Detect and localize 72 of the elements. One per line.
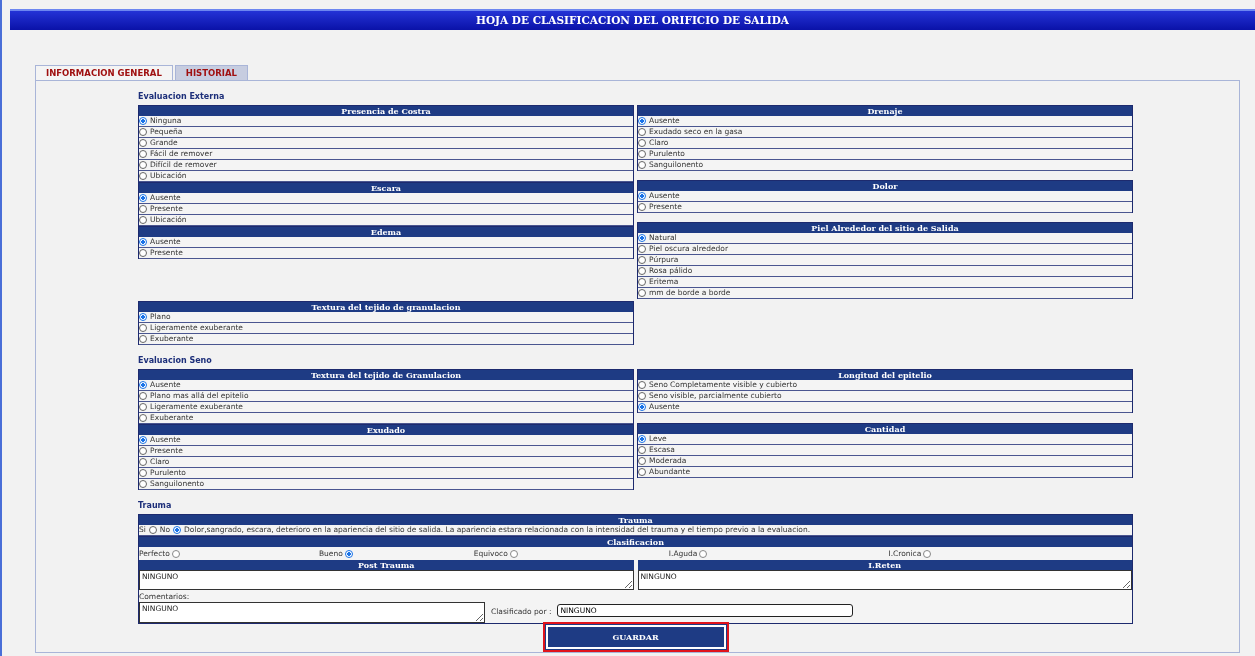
radio-button[interactable] xyxy=(923,549,932,558)
radio-button[interactable] xyxy=(638,435,646,443)
radio-button[interactable] xyxy=(139,458,147,466)
radio-button[interactable] xyxy=(139,194,147,202)
radio-button[interactable] xyxy=(638,267,646,275)
radio-button[interactable] xyxy=(638,278,646,286)
radio-button[interactable] xyxy=(139,414,147,422)
radio-button[interactable] xyxy=(139,381,147,389)
radio-button[interactable] xyxy=(638,381,646,389)
group-header: Escara xyxy=(139,183,633,193)
group-header: Cantidad xyxy=(638,424,1132,434)
group-header: Textura del tejido de granulacion xyxy=(139,302,633,312)
group-header: Edema xyxy=(139,227,633,237)
section-heading: Evaluacion Externa xyxy=(138,91,226,103)
radio-button[interactable] xyxy=(139,249,147,257)
radio-button[interactable] xyxy=(139,392,147,400)
radio-button[interactable] xyxy=(638,457,646,465)
group-header: Textura del tejido de Granulacion xyxy=(139,370,633,380)
radio-button[interactable] xyxy=(173,526,182,534)
radio-button[interactable] xyxy=(139,403,147,411)
radio-button[interactable] xyxy=(638,468,646,476)
radio-button[interactable] xyxy=(638,192,646,200)
radio-button[interactable] xyxy=(638,392,646,400)
radio-button[interactable] xyxy=(139,150,147,158)
radio-button[interactable] xyxy=(509,549,518,558)
radio-button[interactable] xyxy=(638,161,646,169)
radio-button[interactable] xyxy=(638,203,646,211)
radio-button[interactable] xyxy=(139,216,147,224)
radio-button[interactable] xyxy=(699,549,708,558)
radio-button[interactable] xyxy=(139,480,147,488)
group-header: Piel Alrededor del sitio de Salida xyxy=(638,223,1132,233)
radio-button[interactable] xyxy=(344,549,353,558)
radio-button[interactable] xyxy=(139,436,147,444)
radio-button[interactable] xyxy=(638,150,646,158)
radio-button[interactable] xyxy=(638,128,646,136)
group-header: Clasificacion xyxy=(139,537,1132,547)
radio-button[interactable] xyxy=(139,469,147,477)
radio-button[interactable] xyxy=(139,324,147,332)
tab[interactable]: HISTORIAL xyxy=(174,65,248,80)
group-header: Dolor xyxy=(638,181,1132,191)
radio-button[interactable] xyxy=(638,245,646,253)
section-heading: Evaluacion Seno xyxy=(138,355,213,367)
radio-button[interactable] xyxy=(139,172,147,180)
save-button[interactable]: GUARDAR xyxy=(545,625,726,649)
group-header: Presencia de Costra xyxy=(139,106,633,116)
group-header: Trauma xyxy=(139,515,1132,525)
radio-button[interactable] xyxy=(139,139,147,147)
group-header: Exudado xyxy=(139,425,633,435)
radio-button[interactable] xyxy=(148,526,157,534)
group-header: Drenaje xyxy=(638,106,1132,116)
radio-button[interactable] xyxy=(638,256,646,264)
radio-button[interactable] xyxy=(638,139,646,147)
radio-button[interactable] xyxy=(139,238,147,246)
group-header: Post Trauma xyxy=(139,560,634,570)
radio-button[interactable] xyxy=(139,117,147,125)
radio-button[interactable] xyxy=(638,234,646,242)
radio-button[interactable] xyxy=(139,161,147,169)
radio-button[interactable] xyxy=(171,549,180,558)
radio-button[interactable] xyxy=(638,289,646,297)
radio-button[interactable] xyxy=(638,403,646,411)
radio-button[interactable] xyxy=(139,447,147,455)
window-title: HOJA DE CLASIFICACION DEL ORIFICIO DE SALIDA xyxy=(10,9,1255,30)
tab[interactable]: INFORMACION GENERAL xyxy=(35,65,173,80)
radio-button[interactable] xyxy=(638,117,646,125)
group-header: I.Reten xyxy=(637,560,1132,570)
radio-button[interactable] xyxy=(638,446,646,454)
group-header: Longitud del epitelio xyxy=(638,370,1132,380)
radio-button[interactable] xyxy=(139,335,147,343)
radio-button[interactable] xyxy=(139,128,147,136)
section-heading: Trauma xyxy=(138,500,173,512)
radio-button[interactable] xyxy=(139,313,147,321)
radio-button[interactable] xyxy=(139,205,147,213)
